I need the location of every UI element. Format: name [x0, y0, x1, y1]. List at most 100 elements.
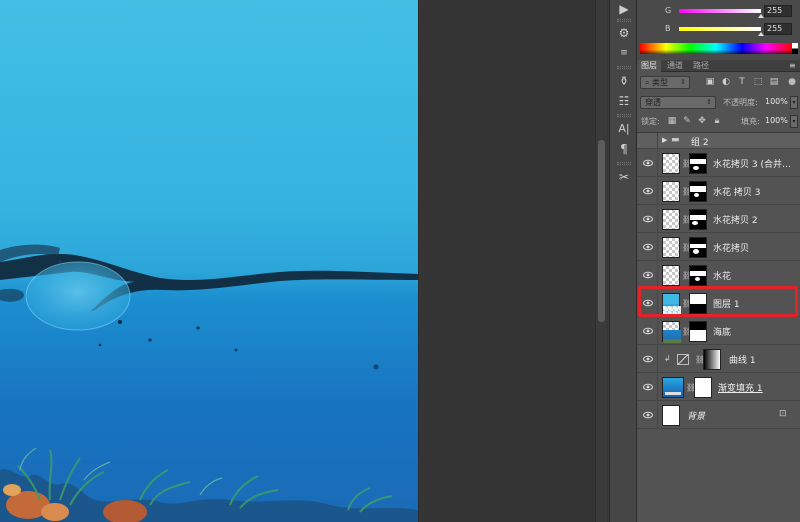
- opacity-arrow-icon[interactable]: ▾: [790, 96, 798, 109]
- tab-layers[interactable]: 图层: [637, 60, 661, 72]
- layer-thumbnail: [662, 265, 680, 286]
- panel-menu-icon[interactable]: ≡: [785, 60, 800, 72]
- layer-name: 水花 拷贝 3: [713, 188, 761, 198]
- clone-source-icon[interactable]: ⚱: [614, 72, 634, 90]
- eye-icon: [643, 271, 653, 279]
- visibility-toggle[interactable]: [637, 374, 658, 400]
- layer-row[interactable]: ⛓ 水花: [637, 262, 800, 289]
- opacity-label: 不透明度:: [723, 98, 758, 107]
- smart-object-filter-icon[interactable]: ▤: [769, 77, 779, 87]
- chevron-down-icon: ⇕: [706, 98, 712, 106]
- gradient-fill-thumbnail: [662, 377, 684, 398]
- visibility-toggle[interactable]: [637, 318, 658, 344]
- opacity-field[interactable]: 100%: [764, 96, 788, 109]
- layer-row[interactable]: ↲ ⛓ 曲线 1: [637, 346, 800, 373]
- green-value-field[interactable]: 255: [764, 5, 792, 17]
- layer-row[interactable]: ⛓ 水花拷贝 2: [637, 206, 800, 233]
- layer-row-background[interactable]: 背景 ⊡: [637, 402, 800, 429]
- link-icon: ⛓: [682, 215, 693, 224]
- mask-thumbnail: [689, 153, 707, 174]
- paragraph-icon[interactable]: ¶: [614, 140, 634, 158]
- green-label: G: [665, 6, 672, 15]
- play-action-icon[interactable]: ▶: [614, 0, 634, 18]
- type-filter-icon[interactable]: T: [737, 77, 747, 87]
- layer-row[interactable]: ⛓ 水花拷贝 3 (合并…: [637, 150, 800, 177]
- lock-position-icon[interactable]: ✥: [697, 116, 707, 126]
- right-panels: G 255 B 255 图层 通道 路径 ≡ ⌕ 类型 ⇕ ▣ ◐ T ⬚ ▤ …: [637, 0, 800, 522]
- pasteboard-area: [418, 0, 608, 522]
- visibility-toggle[interactable]: [637, 206, 658, 232]
- layer-row-group[interactable]: ▶ ▬ 组 2: [637, 133, 800, 149]
- blue-track[interactable]: [679, 27, 761, 31]
- lock-transparency-icon[interactable]: ▦: [667, 116, 677, 126]
- layer-thumbnail: [662, 321, 681, 343]
- tab-paths[interactable]: 路径: [689, 60, 713, 72]
- layer-thumbnail: [662, 153, 680, 174]
- visibility-toggle[interactable]: [637, 133, 658, 148]
- visibility-toggle[interactable]: [637, 346, 658, 372]
- disclosure-triangle-icon[interactable]: ▶: [662, 136, 667, 144]
- fill-label: 填充:: [741, 117, 760, 126]
- fill-arrow-icon[interactable]: ▾: [790, 115, 798, 128]
- visibility-toggle[interactable]: [637, 150, 658, 176]
- document-canvas[interactable]: [0, 0, 418, 522]
- layer-row[interactable]: ⛓ 渐变填充 1: [637, 374, 800, 401]
- search-icon: ⌕: [645, 78, 650, 87]
- mask-thumbnail: [689, 321, 707, 342]
- link-icon: ⛓: [682, 271, 693, 280]
- tool-presets-icon[interactable]: ✂: [614, 168, 634, 186]
- link-icon: ⛓: [682, 187, 693, 196]
- layer-row[interactable]: ⛓ 水花拷贝: [637, 234, 800, 261]
- layer-row[interactable]: ⛓ 水花 拷贝 3: [637, 178, 800, 205]
- mask-thumbnail: [689, 181, 707, 202]
- adjustment-filter-icon[interactable]: ◐: [721, 77, 731, 87]
- eye-icon: [643, 243, 653, 251]
- eye-icon: [643, 159, 653, 167]
- visibility-toggle[interactable]: [637, 178, 658, 204]
- eye-icon: [643, 355, 653, 363]
- layer-name: 曲线 1: [729, 356, 756, 366]
- layer-name: 组 2: [691, 138, 709, 148]
- green-track[interactable]: [679, 9, 761, 13]
- visibility-toggle[interactable]: [637, 234, 658, 260]
- vertical-scrollbar[interactable]: [595, 0, 607, 522]
- visibility-toggle[interactable]: [637, 262, 658, 288]
- lock-pixels-icon[interactable]: ✎: [682, 116, 692, 126]
- eye-icon: [643, 187, 653, 195]
- mask-thumbnail: [689, 265, 707, 286]
- blue-value-field[interactable]: 255: [764, 23, 792, 35]
- link-icon: ⛓: [682, 243, 693, 252]
- scrollbar-thumb[interactable]: [598, 140, 605, 322]
- filter-kind-label: 类型: [652, 78, 669, 87]
- blend-mode-label: 穿透: [645, 98, 661, 107]
- layer-name: 背景: [687, 412, 706, 422]
- brush-preset-icon[interactable]: ≡: [614, 44, 634, 62]
- highlight-box: [638, 286, 798, 317]
- black-white-swatch[interactable]: [792, 43, 798, 54]
- filter-kind-dropdown[interactable]: ⌕ 类型 ⇕: [640, 76, 690, 89]
- layer-row[interactable]: ⛓ 海底: [637, 318, 800, 345]
- lock-all-icon[interactable]: 🔒︎: [712, 116, 722, 126]
- curves-adjustment-icon: [677, 354, 689, 365]
- brush-settings-icon[interactable]: ⚙: [614, 24, 634, 42]
- eye-icon: [643, 383, 653, 391]
- layers-list: ▶ ▬ 组 2 ⛓ 水花拷贝 3 (合并… ⛓ 水花 拷贝 3 ⛓ 水花拷贝 2…: [637, 132, 800, 522]
- tab-channels[interactable]: 通道: [663, 60, 687, 72]
- fill-field[interactable]: 100%: [764, 115, 788, 128]
- lock-label: 锁定:: [641, 117, 660, 126]
- green-slider-row: G 255: [637, 5, 800, 19]
- clipping-arrow-icon: ↲: [664, 354, 671, 363]
- color-spectrum[interactable]: [640, 43, 798, 54]
- pixel-filter-icon[interactable]: ▣: [705, 77, 715, 87]
- chevron-down-icon: ⇕: [680, 78, 686, 86]
- eye-icon: [643, 327, 653, 335]
- blend-mode-dropdown[interactable]: 穿透 ⇕: [640, 96, 716, 109]
- character-icon[interactable]: A|: [614, 120, 634, 138]
- strip-grip: [617, 19, 631, 22]
- visibility-toggle[interactable]: [637, 402, 658, 428]
- strip-grip: [617, 66, 631, 69]
- filter-toggle-icon[interactable]: ●: [787, 77, 797, 87]
- shape-filter-icon[interactable]: ⬚: [753, 77, 763, 87]
- adjustments-icon[interactable]: ☷: [614, 92, 634, 110]
- strip-grip: [617, 114, 631, 117]
